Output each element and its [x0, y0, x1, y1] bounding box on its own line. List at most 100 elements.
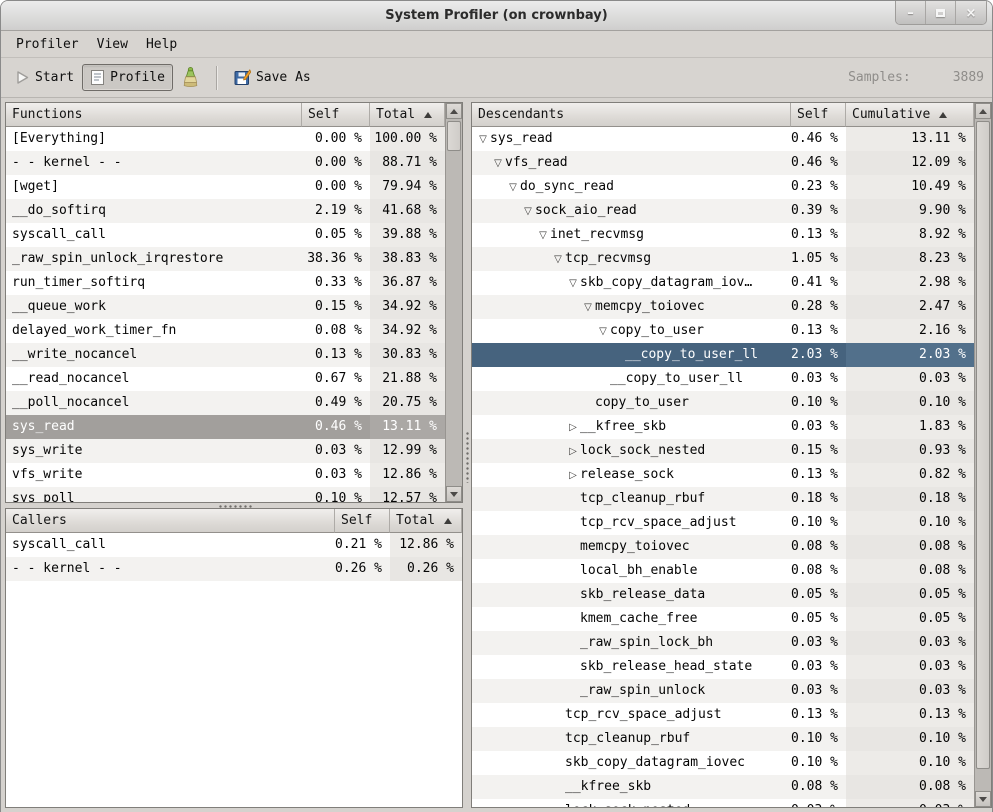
table-row[interactable]: ▽sys_read0.46 %13.11 % — [472, 127, 991, 151]
expander-open-icon[interactable]: ▽ — [521, 200, 535, 223]
scrollbar-trough[interactable] — [975, 119, 991, 791]
table-row[interactable]: skb_copy_datagram_iovec0.10 %0.10 % — [472, 751, 991, 775]
table-row[interactable]: skb_release_data0.05 %0.05 % — [472, 583, 991, 607]
expander-open-icon[interactable]: ▽ — [506, 176, 520, 199]
function-name-cell: sys_poll — [6, 487, 302, 502]
reset-button[interactable] — [173, 62, 208, 94]
table-row[interactable]: sys_poll0.10 %12.57 % — [6, 487, 462, 502]
function-name-cell: __do_softirq — [6, 199, 302, 223]
table-row[interactable]: ▽memcpy_toiovec0.28 %2.47 % — [472, 295, 991, 319]
self-column-header[interactable]: Self — [335, 509, 390, 533]
table-row[interactable]: tcp_rcv_space_adjust0.13 %0.13 % — [472, 703, 991, 727]
table-row[interactable]: __copy_to_user_ll2.03 %2.03 % — [472, 343, 991, 367]
table-row[interactable]: __do_softirq2.19 %41.68 % — [6, 199, 462, 223]
table-row[interactable]: kmem_cache_free0.05 %0.05 % — [472, 607, 991, 631]
profile-button[interactable]: Profile — [82, 64, 173, 91]
expander-open-icon[interactable]: ▽ — [596, 320, 610, 343]
table-row[interactable]: __copy_to_user_ll0.03 %0.03 % — [472, 367, 991, 391]
scroll-down-button[interactable] — [975, 791, 991, 807]
table-row[interactable]: ▽sock_aio_read0.39 %9.90 % — [472, 199, 991, 223]
descendants-column-header[interactable]: Descendants — [472, 103, 791, 127]
triangle-down-icon — [450, 492, 458, 497]
table-row[interactable]: copy_to_user0.10 %0.10 % — [472, 391, 991, 415]
expander-open-icon[interactable]: ▽ — [551, 248, 565, 271]
scrollbar-trough[interactable] — [446, 119, 462, 486]
table-row[interactable]: _raw_spin_unlock_irqrestore38.36 %38.83 … — [6, 247, 462, 271]
expander-open-icon[interactable]: ▽ — [476, 128, 490, 151]
menu-profiler[interactable]: Profiler — [7, 33, 88, 56]
total-value-cell: 12.99 % — [370, 439, 445, 463]
menu-help[interactable]: Help — [137, 33, 186, 56]
table-row[interactable]: tcp_cleanup_rbuf0.10 %0.10 % — [472, 727, 991, 751]
table-row[interactable]: local_bh_enable0.08 %0.08 % — [472, 559, 991, 583]
table-row[interactable]: _raw_spin_unlock0.03 %0.03 % — [472, 679, 991, 703]
self-value-cell: 0.03 % — [791, 631, 846, 655]
table-row[interactable]: __poll_nocancel0.49 %20.75 % — [6, 391, 462, 415]
table-row[interactable]: syscall_call0.21 %12.86 % — [6, 533, 462, 557]
table-row[interactable]: __read_nocancel0.67 %21.88 % — [6, 367, 462, 391]
total-column-header[interactable]: Total — [390, 509, 462, 533]
cumulative-column-header[interactable]: Cumulative — [846, 103, 974, 127]
table-row[interactable]: ▷__kfree_skb0.03 %1.83 % — [472, 415, 991, 439]
menu-view[interactable]: View — [88, 33, 137, 56]
expander-collapsed-icon[interactable]: ▷ — [566, 416, 580, 439]
descendants-vertical-scrollbar[interactable] — [974, 103, 991, 807]
scroll-up-button[interactable] — [975, 103, 991, 119]
table-row[interactable]: syscall_call0.05 %39.88 % — [6, 223, 462, 247]
descendant-name-cell: skb_release_head_state — [472, 655, 791, 679]
table-row[interactable]: memcpy_toiovec0.08 %0.08 % — [472, 535, 991, 559]
table-row[interactable]: sys_write0.03 %12.99 % — [6, 439, 462, 463]
save-as-button[interactable]: Save As — [226, 64, 319, 91]
table-row[interactable]: - - kernel - -0.00 %88.71 % — [6, 151, 462, 175]
table-row[interactable]: sys_read0.46 %13.11 % — [6, 415, 462, 439]
expander-open-icon[interactable]: ▽ — [581, 296, 595, 319]
functions-vertical-scrollbar[interactable] — [445, 103, 462, 502]
sort-ascending-icon — [444, 518, 452, 524]
table-row[interactable]: ▽vfs_read0.46 %12.09 % — [472, 151, 991, 175]
scrollbar-thumb[interactable] — [447, 121, 461, 151]
table-row[interactable]: lock_sock_nested0.03 %0.03 % — [472, 799, 991, 807]
descendant-name-cell: ▽skb_copy_datagram_iov… — [472, 271, 791, 295]
expander-open-icon[interactable]: ▽ — [566, 272, 580, 295]
table-row[interactable]: ▽inet_recvmsg0.13 %8.92 % — [472, 223, 991, 247]
total-column-header[interactable]: Total — [370, 103, 445, 127]
minimize-button[interactable]: – — [896, 1, 926, 25]
table-row[interactable]: [Everything]0.00 %100.00 % — [6, 127, 462, 151]
table-row[interactable]: run_timer_softirq0.33 %36.87 % — [6, 271, 462, 295]
expander-open-icon[interactable]: ▽ — [491, 152, 505, 175]
table-row[interactable]: - - kernel - -0.26 %0.26 % — [6, 557, 462, 581]
expander-collapsed-icon[interactable]: ▷ — [566, 464, 580, 487]
self-column-header[interactable]: Self — [791, 103, 846, 127]
scrollbar-thumb[interactable] — [976, 121, 990, 769]
table-row[interactable]: skb_release_head_state0.03 %0.03 % — [472, 655, 991, 679]
close-button[interactable]: × — [956, 1, 986, 25]
table-row[interactable]: delayed_work_timer_fn0.08 %34.92 % — [6, 319, 462, 343]
callers-column-header[interactable]: Callers — [6, 509, 335, 533]
scroll-down-button[interactable] — [446, 486, 462, 502]
functions-column-header[interactable]: Functions — [6, 103, 302, 127]
titlebar[interactable]: System Profiler (on crownbay) – × — [1, 1, 992, 31]
table-row[interactable]: tcp_rcv_space_adjust0.10 %0.10 % — [472, 511, 991, 535]
descendant-name-cell: tcp_cleanup_rbuf — [472, 487, 791, 511]
vertical-pane-grip[interactable] — [464, 431, 469, 483]
table-row[interactable]: tcp_cleanup_rbuf0.18 %0.18 % — [472, 487, 991, 511]
table-row[interactable]: ▷release_sock0.13 %0.82 % — [472, 463, 991, 487]
self-value-cell: 0.41 % — [791, 271, 846, 295]
scroll-up-button[interactable] — [446, 103, 462, 119]
table-row[interactable]: __queue_work0.15 %34.92 % — [6, 295, 462, 319]
self-column-header[interactable]: Self — [302, 103, 370, 127]
table-row[interactable]: ▽tcp_recvmsg1.05 %8.23 % — [472, 247, 991, 271]
table-row[interactable]: _raw_spin_lock_bh0.03 %0.03 % — [472, 631, 991, 655]
start-button[interactable]: Start — [7, 65, 82, 90]
table-row[interactable]: __write_nocancel0.13 %30.83 % — [6, 343, 462, 367]
maximize-button[interactable] — [926, 1, 956, 25]
table-row[interactable]: ▽skb_copy_datagram_iov…0.41 %2.98 % — [472, 271, 991, 295]
table-row[interactable]: __kfree_skb0.08 %0.08 % — [472, 775, 991, 799]
table-row[interactable]: ▽copy_to_user0.13 %2.16 % — [472, 319, 991, 343]
table-row[interactable]: ▷lock_sock_nested0.15 %0.93 % — [472, 439, 991, 463]
table-row[interactable]: ▽do_sync_read0.23 %10.49 % — [472, 175, 991, 199]
expander-collapsed-icon[interactable]: ▷ — [566, 440, 580, 463]
expander-open-icon[interactable]: ▽ — [536, 224, 550, 247]
table-row[interactable]: vfs_write0.03 %12.86 % — [6, 463, 462, 487]
table-row[interactable]: [wget]0.00 %79.94 % — [6, 175, 462, 199]
